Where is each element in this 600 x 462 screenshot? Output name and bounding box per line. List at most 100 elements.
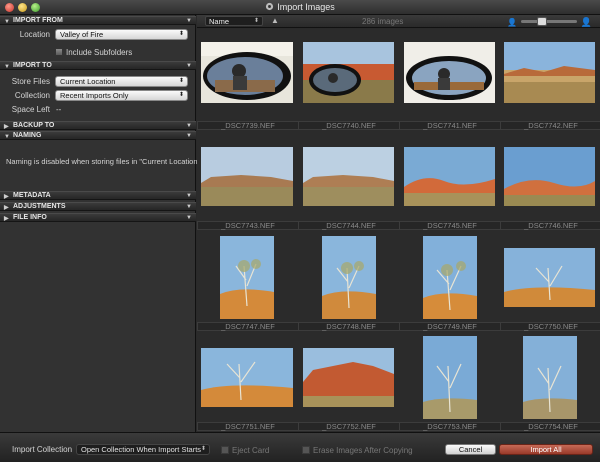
thumbnail-filename: _DSC7752.NEF — [298, 422, 400, 431]
eject-card-label: Eject Card — [232, 446, 270, 455]
photo-thumbnail[interactable] — [423, 236, 477, 319]
include-subfolders-label: Include Subfolders — [66, 48, 133, 57]
photo-thumbnail[interactable] — [220, 236, 274, 319]
disclosure-closed-icon: ▶ — [4, 124, 9, 130]
thumbnail-filename: _DSC7745.NEF — [399, 221, 501, 230]
section-label: IMPORT FROM — [13, 17, 63, 24]
store-files-popup[interactable]: Current Location ⬍ — [55, 76, 188, 87]
window-title-container: Import Images — [0, 2, 600, 12]
thumbnail-filename: _DSC7750.NEF — [500, 322, 600, 331]
location-label: Location — [19, 30, 50, 39]
popup-arrows-icon: ⬍ — [178, 31, 184, 37]
import-collection-popup[interactable]: Open Collection When Import Starts ⬍ — [76, 444, 210, 455]
title-bar: Import Images — [0, 0, 600, 15]
chevron-down-icon: ▼ — [186, 204, 192, 210]
photo-thumbnail[interactable] — [303, 147, 394, 206]
window-title: Import Images — [277, 2, 335, 12]
thumbnail-cell[interactable]: _DSC7741.NEF — [399, 29, 501, 131]
popup-arrows-icon: ⬍ — [253, 18, 259, 24]
eject-card-checkbox[interactable] — [221, 446, 229, 454]
naming-disabled-message: Naming is disabled when storing files in… — [6, 157, 201, 166]
thumbnail-cell[interactable]: _DSC7743.NEF — [197, 130, 299, 232]
import-all-button[interactable]: Import All — [499, 444, 593, 455]
photo-thumbnail[interactable] — [504, 147, 595, 206]
left-panel: ▼ IMPORT FROM ▼ Location Valley of Fire … — [0, 15, 200, 432]
thumbnail-cell[interactable]: _DSC7748.NEF — [298, 231, 400, 333]
thumbnail-cell[interactable]: _DSC7747.NEF — [197, 231, 299, 333]
photo-thumbnail[interactable] — [303, 348, 394, 407]
thumbnail-cell[interactable]: _DSC7742.NEF — [500, 29, 600, 131]
popup-arrows-icon: ⬍ — [178, 92, 184, 98]
thumbnail-filename: _DSC7744.NEF — [298, 221, 400, 230]
thumbnail-cell[interactable]: _DSC7744.NEF — [298, 130, 400, 232]
photo-thumbnail[interactable] — [404, 42, 495, 103]
section-header-adjustments[interactable]: ▶ ADJUSTMENTS ▼ — [0, 202, 196, 211]
thumbnail-filename: _DSC7740.NEF — [298, 121, 400, 130]
photo-thumbnail[interactable] — [303, 42, 394, 103]
include-subfolders-checkbox[interactable] — [55, 48, 63, 56]
section-label: NAMING — [13, 132, 42, 139]
collection-popup[interactable]: Recent Imports Only ⬍ — [55, 90, 188, 101]
section-header-import-to[interactable]: ▼ IMPORT TO ▼ — [0, 61, 196, 70]
sort-direction-icon[interactable]: ▲ — [271, 16, 279, 25]
thumbnail-filename: _DSC7739.NEF — [197, 121, 299, 130]
thumbnail-filename: _DSC7742.NEF — [500, 121, 600, 130]
section-header-naming[interactable]: ▼ NAMING ▼ — [0, 131, 196, 140]
thumbnail-cell[interactable]: _DSC7746.NEF — [500, 130, 600, 232]
photo-thumbnail[interactable] — [201, 147, 293, 206]
thumbnail-filename: _DSC7748.NEF — [298, 322, 400, 331]
slider-track[interactable] — [521, 20, 577, 23]
store-files-value: Current Location — [60, 77, 116, 86]
section-header-file-info[interactable]: ▶ FILE INFO ▼ — [0, 213, 196, 222]
thumbnail-cell[interactable]: _DSC7739.NEF — [197, 29, 299, 131]
photo-thumbnail[interactable] — [504, 42, 595, 103]
location-popup[interactable]: Valley of Fire ⬍ — [55, 29, 188, 40]
sort-value: Name — [209, 17, 230, 26]
section-header-metadata[interactable]: ▶ METADATA ▼ — [0, 191, 196, 200]
thumbnail-cell[interactable]: _DSC7745.NEF — [399, 130, 501, 232]
chevron-down-icon: ▼ — [186, 215, 192, 221]
thumbnail-cell[interactable]: _DSC7749.NEF — [399, 231, 501, 333]
section-label: IMPORT TO — [13, 62, 52, 69]
thumbnail-filename: _DSC7749.NEF — [399, 322, 501, 331]
import-collection-value: Open Collection When Import Starts — [81, 445, 202, 454]
photo-thumbnail[interactable] — [504, 248, 595, 307]
bottom-bar: Import Collection Open Collection When I… — [0, 432, 600, 462]
slider-knob[interactable] — [537, 17, 547, 26]
photo-thumbnail[interactable] — [322, 236, 376, 319]
thumbnail-filename: _DSC7753.NEF — [399, 422, 501, 431]
thumbnail-grid: _DSC7739.NEF _DSC7740.NEF _DSC7741.NEF _… — [197, 29, 600, 432]
chevron-down-icon: ▼ — [186, 133, 192, 139]
photo-thumbnail[interactable] — [404, 147, 495, 206]
popup-arrows-icon: ⬍ — [200, 446, 206, 452]
space-left-label: Space Left — [11, 105, 50, 114]
disclosure-closed-icon: ▶ — [4, 205, 9, 211]
thumbnail-size-slider[interactable]: 👤 👤 — [507, 17, 592, 27]
section-header-backup-to[interactable]: ▶ BACKUP TO ▼ — [0, 121, 196, 130]
chevron-down-icon: ▼ — [186, 63, 192, 69]
thumbnail-cell[interactable]: _DSC7752.NEF — [298, 332, 400, 434]
collection-label: Collection — [14, 91, 50, 100]
photo-thumbnail[interactable] — [201, 42, 293, 103]
small-thumbnail-icon: 👤 — [507, 18, 517, 27]
disclosure-open-icon: ▼ — [4, 19, 10, 25]
erase-images-label: Erase Images After Copying — [313, 446, 413, 455]
section-header-import-from[interactable]: ▼ IMPORT FROM ▼ — [0, 16, 196, 25]
photo-thumbnail[interactable] — [201, 348, 293, 407]
thumbnail-cell[interactable]: _DSC7754.NEF — [500, 332, 600, 434]
collection-value: Recent Imports Only — [60, 91, 129, 100]
thumbnail-cell[interactable]: _DSC7750.NEF — [500, 231, 600, 333]
photo-thumbnail[interactable] — [523, 336, 577, 419]
large-thumbnail-icon: 👤 — [580, 17, 592, 27]
erase-images-checkbox[interactable] — [302, 446, 310, 454]
thumbnail-cell[interactable]: _DSC7751.NEF — [197, 332, 299, 434]
thumbnail-filename: _DSC7746.NEF — [500, 221, 600, 230]
disclosure-open-icon: ▼ — [4, 64, 10, 70]
popup-arrows-icon: ⬍ — [178, 78, 184, 84]
location-value: Valley of Fire — [60, 30, 104, 39]
photo-thumbnail[interactable] — [423, 336, 477, 419]
thumbnail-cell[interactable]: _DSC7740.NEF — [298, 29, 400, 131]
section-label: FILE INFO — [13, 214, 47, 221]
thumbnail-cell[interactable]: _DSC7753.NEF — [399, 332, 501, 434]
cancel-button[interactable]: Cancel — [445, 444, 496, 455]
